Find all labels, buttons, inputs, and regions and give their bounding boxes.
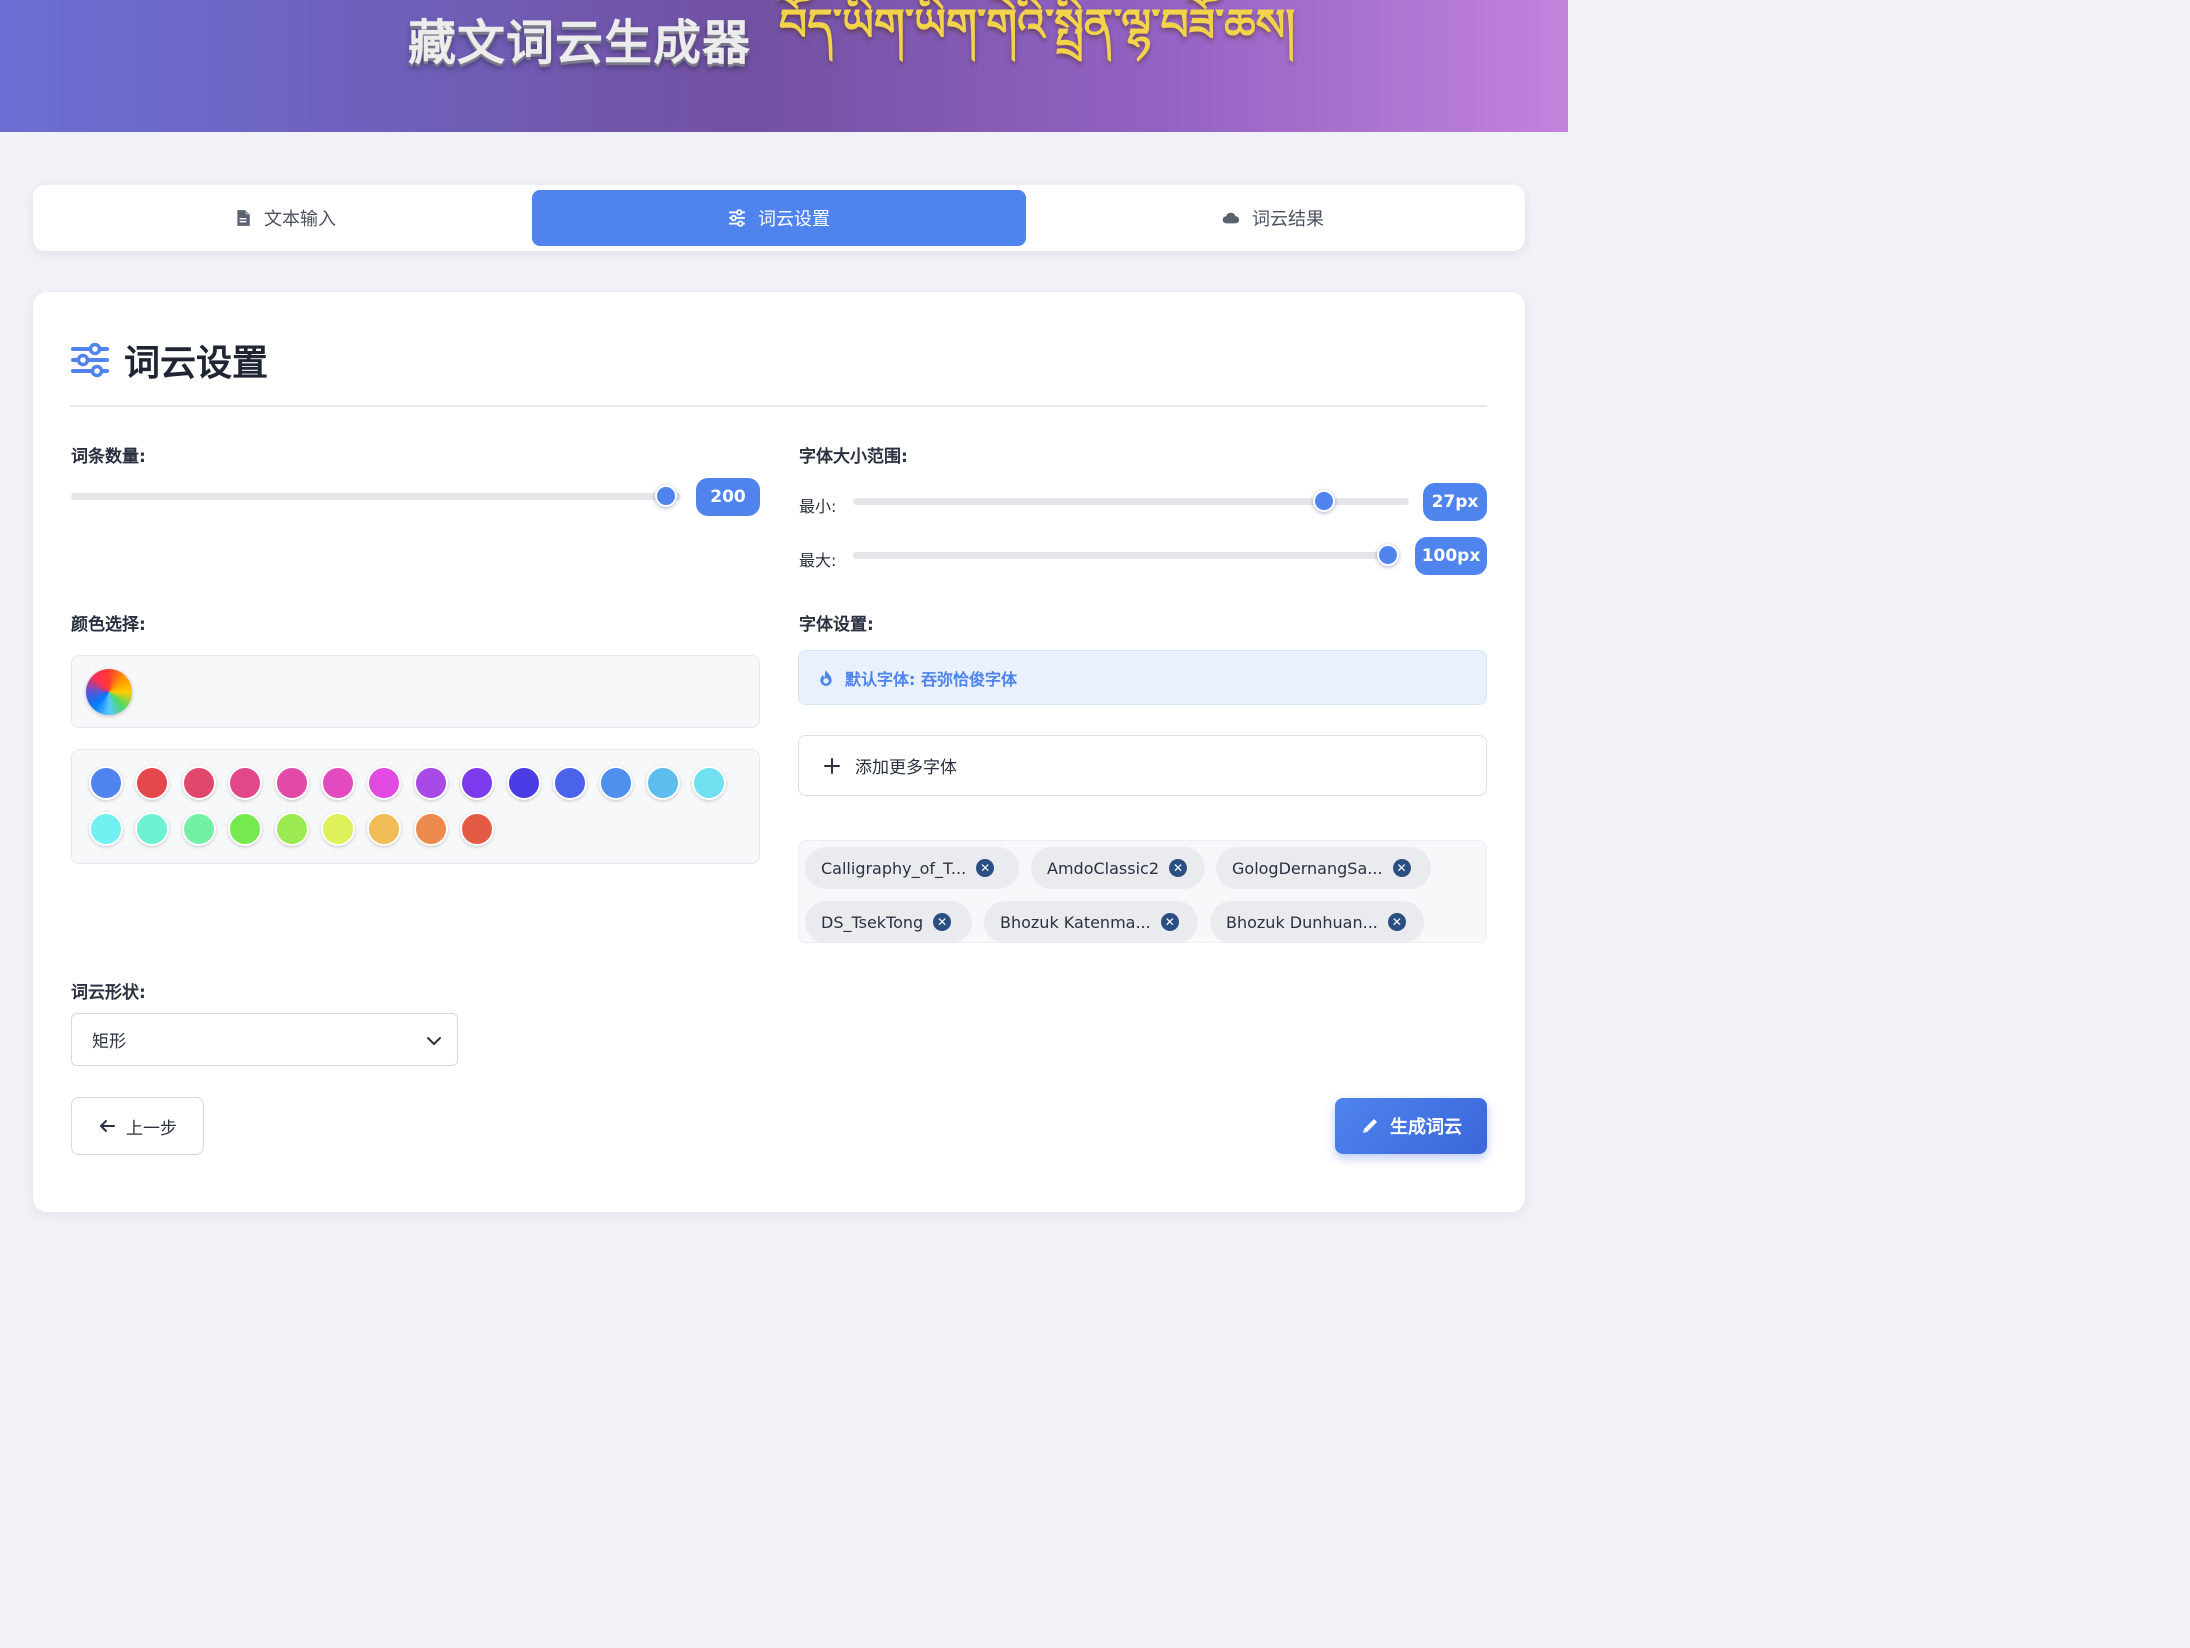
remove-font-icon[interactable]: ✕ — [1392, 859, 1411, 877]
color-swatch[interactable] — [692, 766, 727, 800]
app-header: 藏文词云生成器 བོད་ཡིག་ཡིག་གེའི་སྤྲིན་ལྷ་བཟོ་ཆས… — [0, 0, 1568, 132]
color-swatch[interactable] — [506, 766, 541, 800]
remove-font-icon[interactable]: ✕ — [1160, 913, 1179, 931]
color-swatch[interactable] — [367, 812, 402, 846]
color-swatch[interactable] — [135, 766, 170, 800]
color-swatch[interactable] — [413, 766, 448, 800]
word-count-slider[interactable] — [71, 493, 681, 500]
color-swatch[interactable] — [460, 812, 495, 846]
color-swatch[interactable] — [645, 766, 680, 800]
sliders-icon — [729, 209, 745, 227]
word-count-label: 词条数量: — [71, 447, 146, 467]
shape-label: 词云形状: — [71, 983, 146, 1003]
color-swatch[interactable] — [181, 766, 216, 800]
plus-icon — [824, 757, 840, 774]
add-font-button[interactable]: 添加更多字体 — [798, 735, 1487, 796]
color-swatch[interactable] — [274, 766, 309, 800]
font-chip-label: DS_TsekTong — [821, 912, 924, 932]
default-font-text: 默认字体: 吞弥恰俊字体 — [845, 669, 1017, 689]
app-title-chinese: 藏文词云生成器 — [408, 15, 752, 71]
color-swatch[interactable] — [460, 766, 495, 800]
font-chip-label: Calligraphy_of_T... — [821, 858, 967, 878]
settings-card: 词云设置 词条数量: 200 字体大小范围: 最小: 27px 最大: 100p… — [33, 292, 1525, 1212]
color-swatch[interactable] — [599, 766, 634, 800]
tab-wordcloud-result[interactable]: 词云结果 — [1026, 190, 1520, 246]
font-size-max-slider[interactable] — [853, 552, 1399, 559]
font-chip-label: AmdoClassic2 — [1047, 858, 1159, 878]
app-title: 藏文词云生成器 བོད་ཡིག་ཡིག་གེའི་སྤྲིན་ལྷ་བཟོ་ཆས… — [408, 0, 1295, 74]
cloud-icon — [1222, 212, 1240, 224]
color-swatch[interactable] — [553, 766, 587, 800]
color-swatch[interactable] — [228, 766, 263, 800]
font-chip: Bhozuk Katenma... ✕ — [984, 901, 1198, 943]
font-chip: DS_TsekTong ✕ — [805, 901, 972, 943]
divider — [70, 405, 1487, 407]
tab-label: 文本输入 — [264, 209, 336, 230]
current-color-box — [71, 655, 760, 728]
sliders-icon — [71, 342, 109, 378]
arrow-left-icon — [100, 1120, 115, 1132]
font-settings-label: 字体设置: — [799, 615, 874, 635]
generate-label: 生成词云 — [1390, 1117, 1462, 1138]
font-chip: GologDernangSa... ✕ — [1216, 847, 1431, 889]
file-icon — [237, 210, 250, 226]
tab-label: 词云结果 — [1252, 209, 1324, 230]
rainbow-color-picker[interactable] — [86, 669, 132, 715]
tab-text-input[interactable]: 文本输入 — [38, 190, 532, 246]
card-title: 词云设置 — [70, 336, 268, 384]
add-font-label: 添加更多字体 — [855, 758, 957, 778]
color-swatch[interactable] — [181, 812, 216, 846]
word-count-value: 200 — [696, 478, 760, 516]
font-size-min-label: 最小: — [799, 497, 837, 516]
color-swatch[interactable] — [367, 766, 402, 800]
font-size-label: 字体大小范围: — [799, 447, 908, 467]
card-title-text: 词云设置 — [124, 343, 269, 384]
font-size-max-slider-thumb[interactable] — [1377, 544, 1399, 566]
app-title-tibetan: བོད་ཡིག་ཡིག་གེའི་སྤྲིན་ལྷ་བཟོ་ཆས། — [779, 0, 1296, 51]
color-swatch[interactable] — [413, 812, 448, 846]
color-label: 颜色选择: — [71, 615, 146, 635]
color-swatch[interactable] — [321, 766, 355, 800]
generate-wordcloud-button[interactable]: 生成词云 — [1335, 1098, 1487, 1154]
font-chip: AmdoClassic2 ✕ — [1031, 847, 1205, 889]
shape-select[interactable]: 矩形 — [71, 1013, 458, 1066]
font-chip-label: Bhozuk Katenma... — [1000, 912, 1151, 932]
color-swatch[interactable] — [89, 812, 123, 846]
color-swatch[interactable] — [135, 812, 170, 846]
font-chip: Bhozuk Dunhuan... ✕ — [1210, 901, 1424, 943]
font-size-max-value: 100px — [1415, 537, 1487, 575]
prev-step-button[interactable]: 上一步 — [71, 1097, 204, 1155]
tab-label: 词云设置 — [758, 209, 830, 230]
color-swatch-panel — [71, 749, 760, 864]
color-swatch[interactable] — [274, 812, 309, 846]
step-tabs: 文本输入 词云设置 词云结果 — [33, 185, 1525, 251]
remove-font-icon[interactable]: ✕ — [933, 913, 952, 931]
font-chip-list: Calligraphy_of_T... ✕ AmdoClassic2 ✕ Gol… — [798, 840, 1487, 943]
font-size-max-label: 最大: — [799, 551, 837, 570]
color-swatch[interactable] — [228, 812, 263, 846]
font-chip-label: Bhozuk Dunhuan... — [1226, 912, 1378, 932]
prev-step-label: 上一步 — [126, 1118, 177, 1139]
tab-wordcloud-settings[interactable]: 词云设置 — [532, 190, 1026, 246]
color-swatch[interactable] — [89, 766, 123, 800]
font-chip-label: GologDernangSa... — [1232, 858, 1383, 878]
chevron-down-icon — [427, 1037, 441, 1045]
remove-font-icon[interactable]: ✕ — [1169, 859, 1187, 877]
shape-select-value: 矩形 — [92, 1032, 126, 1052]
font-size-min-slider-thumb[interactable] — [1313, 490, 1335, 512]
word-count-slider-thumb[interactable] — [655, 485, 677, 507]
font-chip: Calligraphy_of_T... ✕ — [805, 847, 1019, 889]
color-swatch[interactable] — [321, 812, 355, 846]
remove-font-icon[interactable]: ✕ — [976, 859, 995, 877]
fire-icon — [820, 669, 832, 686]
remove-font-icon[interactable]: ✕ — [1387, 913, 1406, 931]
pencil-icon — [1363, 1119, 1377, 1133]
font-size-min-value: 27px — [1423, 483, 1487, 521]
default-font-notice: 默认字体: 吞弥恰俊字体 — [798, 650, 1487, 705]
